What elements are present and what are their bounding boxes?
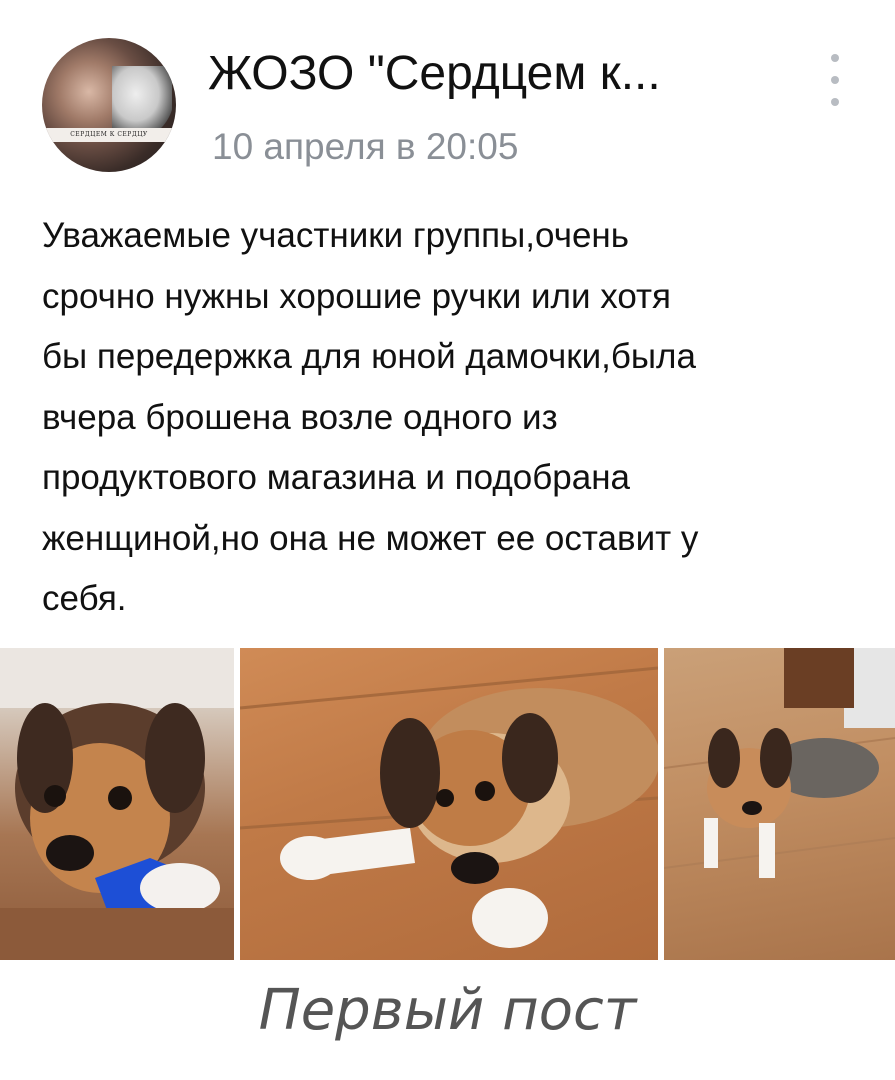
photo-puppy-lying[interactable] (240, 648, 658, 960)
caption: Первый пост (258, 978, 637, 1043)
vertical-dots-icon (831, 54, 839, 62)
avatar-dog-image (112, 66, 172, 136)
photo-puppy-floor[interactable] (664, 648, 895, 960)
vertical-dots-icon (831, 98, 839, 106)
post-date[interactable]: 10 апреля в 20:05 (212, 122, 518, 172)
more-options-button[interactable] (820, 50, 850, 110)
post-header: СЕРДЦЕМ К СЕРДЦУ ЖОЗО "Сердцем к... 10 а… (0, 0, 895, 200)
avatar-banner: СЕРДЦЕМ К СЕРДЦУ (42, 128, 176, 142)
vertical-dots-icon (831, 76, 839, 84)
group-name[interactable]: ЖОЗО "Сердцем к... (208, 44, 768, 104)
photo-grid (0, 648, 895, 960)
group-avatar[interactable]: СЕРДЦЕМ К СЕРДЦУ (42, 38, 176, 172)
post-text: Уважаемые участники группы,очень срочно … (42, 216, 699, 618)
photo-puppy-closeup[interactable] (0, 648, 234, 960)
